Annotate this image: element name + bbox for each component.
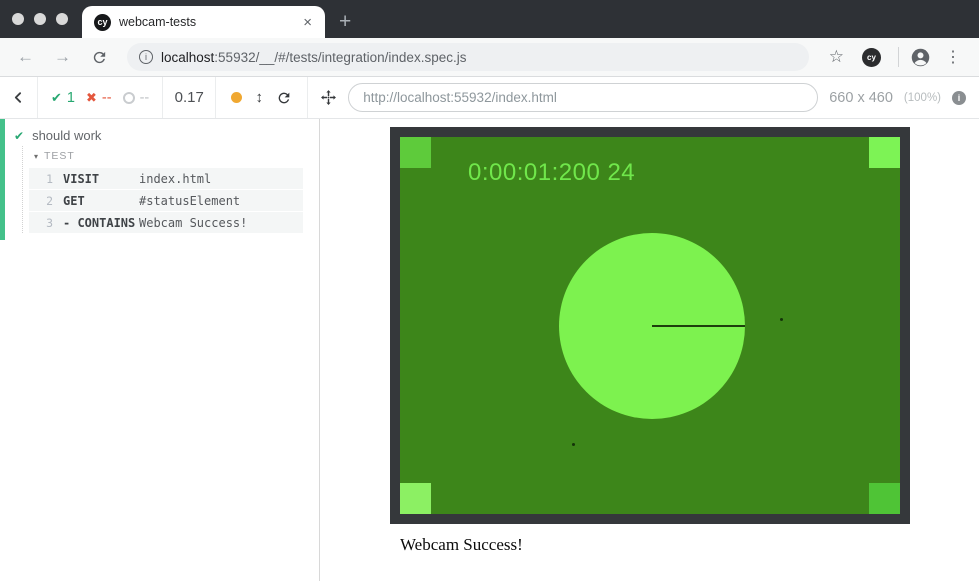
viewport-scale: (100%): [904, 92, 941, 104]
test-block[interactable]: ✔ should work ▾ TEST 1 VISIT index.html …: [0, 119, 319, 240]
pending-circle-icon: [123, 92, 135, 104]
test-section-header[interactable]: ▾ TEST: [23, 146, 319, 168]
corner-marker-top-right: [869, 137, 900, 168]
command-name: - CONTAINS: [63, 216, 139, 230]
command-row[interactable]: 2 GET #statusElement: [29, 190, 303, 211]
test-title: should work: [32, 128, 101, 143]
back-icon[interactable]: ←: [10, 47, 41, 67]
passed-count: 1: [67, 90, 75, 106]
page-info-icon[interactable]: i: [139, 50, 153, 64]
test-section-label: TEST: [44, 150, 75, 162]
noise-speck: [572, 443, 575, 446]
url-host: localhost: [161, 50, 214, 65]
command-arg: #statusElement: [139, 194, 240, 208]
bookmark-star-icon[interactable]: ☆: [823, 47, 850, 67]
cypress-favicon-icon: cy: [94, 14, 111, 31]
command-log-sidebar: ✔ should work ▾ TEST 1 VISIT index.html …: [0, 119, 320, 581]
command-number: 2: [29, 194, 53, 208]
viewport-info-icon[interactable]: i: [952, 91, 966, 105]
app-url-section: 660 x 460 (100%) i: [308, 77, 979, 118]
browser-nav-bar: ← → i localhost:55932/__/#/tests/integra…: [0, 38, 979, 77]
runner-content: ✔ should work ▾ TEST 1 VISIT index.html …: [0, 119, 979, 581]
profile-avatar-icon[interactable]: [910, 47, 931, 68]
command-arg: index.html: [139, 172, 211, 186]
status-element-text: Webcam Success!: [400, 535, 523, 555]
test-duration: 0.17: [163, 77, 216, 118]
new-tab-button[interactable]: +: [339, 10, 351, 34]
test-title-row[interactable]: ✔ should work: [5, 123, 319, 146]
pending-count: --: [140, 90, 150, 106]
viewport-size: 660 x 460: [829, 90, 893, 106]
passed-check-icon: ✔: [51, 90, 62, 106]
passed-stat[interactable]: ✔ 1: [51, 90, 75, 106]
test-stats: ✔ 1 ✖ -- --: [38, 77, 163, 118]
timecode-overlay: 0:00:01:200 24: [468, 159, 635, 187]
cypress-toolbar: ✔ 1 ✖ -- -- 0.17 ↕ 660 x 460 (100: [0, 77, 979, 119]
command-row[interactable]: 1 VISIT index.html: [29, 168, 303, 189]
app-stage: 0:00:01:200 24 Webcam Success!: [320, 119, 979, 581]
forward-icon[interactable]: →: [47, 47, 78, 67]
corner-marker-bottom-left: [400, 483, 431, 514]
window-controls[interactable]: [0, 0, 82, 38]
command-arg: Webcam Success!: [139, 216, 247, 230]
command-number: 3: [29, 216, 53, 230]
failed-x-icon: ✖: [86, 90, 97, 106]
window-zoom-dot[interactable]: [56, 13, 68, 25]
reload-icon[interactable]: [84, 49, 115, 66]
command-number: 1: [29, 172, 53, 186]
corner-marker-top-left: [400, 137, 431, 168]
window-close-dot[interactable]: [12, 13, 24, 25]
noise-speck: [780, 318, 783, 321]
command-name: GET: [63, 194, 139, 208]
webcam-feed: 0:00:01:200 24: [400, 137, 900, 514]
url-path: :55932/__/#/tests/integration/index.spec…: [214, 50, 466, 65]
command-row[interactable]: 3 - CONTAINS Webcam Success!: [29, 212, 303, 233]
clock-hand-line: [652, 325, 745, 327]
spec-back-button[interactable]: [0, 77, 38, 118]
toolbar-divider: [898, 47, 899, 67]
cypress-extension-icon[interactable]: cy: [862, 48, 881, 67]
failed-count: --: [102, 90, 112, 106]
window-minimize-dot[interactable]: [34, 13, 46, 25]
collapse-caret-icon: ▾: [34, 152, 38, 161]
selector-playground-icon[interactable]: [320, 89, 337, 106]
browser-menu-icon[interactable]: ⋮: [937, 47, 969, 67]
test-body: ▾ TEST 1 VISIT index.html 2 GET #statusE…: [22, 146, 319, 233]
command-name: VISIT: [63, 172, 139, 186]
address-bar[interactable]: i localhost:55932/__/#/tests/integration…: [127, 43, 809, 71]
scroll-toggle-icon[interactable]: ↕: [255, 89, 263, 106]
pending-stat[interactable]: --: [123, 90, 150, 106]
webcam-video-frame: 0:00:01:200 24: [390, 127, 910, 524]
failed-stat[interactable]: ✖ --: [86, 90, 112, 106]
browser-tab[interactable]: cy webcam-tests ×: [82, 6, 325, 38]
app-url-input[interactable]: [348, 83, 818, 112]
auto-scroll-dot-icon[interactable]: [231, 92, 242, 103]
tab-title: webcam-tests: [119, 15, 292, 29]
corner-marker-bottom-right: [869, 483, 900, 514]
test-passed-check-icon: ✔: [14, 129, 24, 143]
page-url[interactable]: localhost:55932/__/#/tests/integration/i…: [161, 50, 466, 65]
command-list: 1 VISIT index.html 2 GET #statusElement …: [29, 168, 319, 233]
rerun-tests-icon[interactable]: [276, 90, 292, 106]
tab-close-icon[interactable]: ×: [300, 14, 315, 31]
runner-controls: ↕: [216, 77, 308, 118]
browser-tab-bar: cy webcam-tests × +: [0, 0, 979, 38]
